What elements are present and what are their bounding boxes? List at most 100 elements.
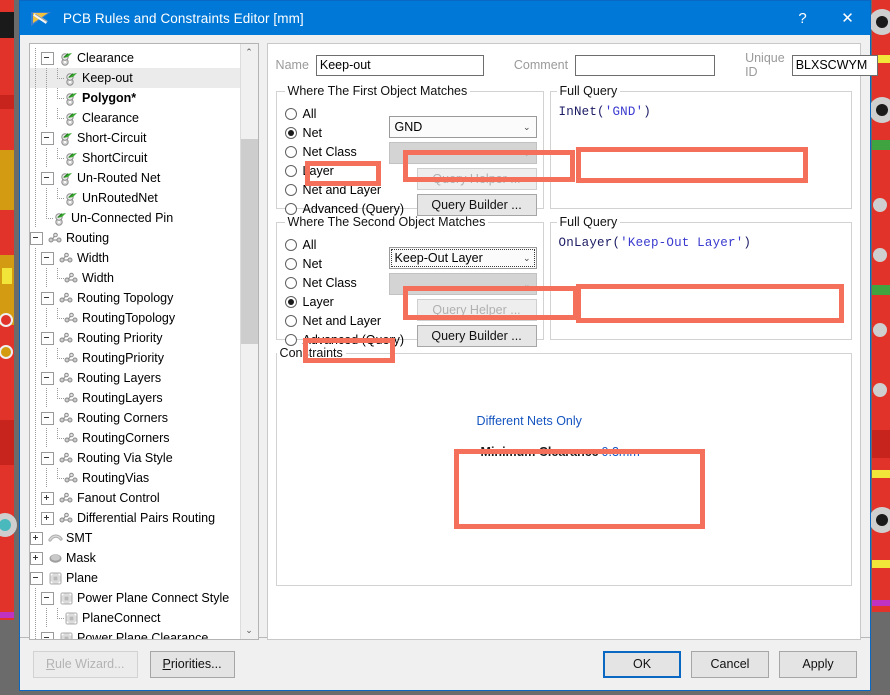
close-icon[interactable]: ✕ (825, 1, 870, 35)
first-query-builder-button[interactable]: Query Builder ... (417, 194, 537, 216)
radio-second-all[interactable]: All (285, 235, 404, 254)
chevron-down-icon: ⌄ (523, 274, 531, 295)
second-full-query-text[interactable]: OnLayer('Keep-Out Layer') (557, 233, 845, 253)
comment-input[interactable] (575, 55, 715, 76)
tree-item-routing-corners[interactable]: Routing Corners (30, 408, 240, 428)
tree-guide (30, 368, 41, 388)
tree-expander-minus[interactable] (41, 452, 54, 465)
tree-item-routing-layers[interactable]: Routing Layers (30, 368, 240, 388)
radio-icon (285, 296, 297, 308)
name-input[interactable] (316, 55, 484, 76)
tree-expander-minus[interactable] (30, 572, 43, 585)
help-icon[interactable]: ? (780, 1, 825, 35)
scroll-up-icon[interactable]: ⌃ (241, 44, 258, 61)
minimum-clearance-value[interactable]: 0.3mm (602, 445, 640, 459)
priorities-button[interactable]: Priorities... (150, 651, 235, 678)
tree-item-fanout-control[interactable]: Fanout Control (30, 488, 240, 508)
tree-item-polygon[interactable]: Polygon* (30, 88, 240, 108)
routing-icon (64, 391, 79, 406)
tree-item-width[interactable]: Width (30, 248, 240, 268)
radio-second-layer[interactable]: Layer (285, 292, 404, 311)
unique-id-input[interactable] (792, 55, 878, 76)
radio-first-all[interactable]: All (285, 104, 404, 123)
radio-second-net[interactable]: Net (285, 254, 404, 273)
tree-item-short-circuit[interactable]: Short-Circuit (30, 128, 240, 148)
tree-expander-plus[interactable] (30, 532, 43, 545)
tree-item-routing-topology[interactable]: Routing Topology (30, 288, 240, 308)
tree-expander-minus[interactable] (41, 332, 54, 345)
pcb-rules-icon (29, 8, 55, 28)
tree-expander-plus[interactable] (41, 492, 54, 505)
different-nets-only-label: Different Nets Only (477, 414, 582, 428)
radio-second-net-class[interactable]: Net Class (285, 273, 404, 292)
tree-item-routinglayers[interactable]: RoutingLayers (30, 388, 240, 408)
tree-item-shortcircuit[interactable]: ShortCircuit (30, 148, 240, 168)
tree-item-planeconnect[interactable]: PlaneConnect (30, 608, 240, 628)
rules-tree[interactable]: ClearanceKeep-outPolygon*ClearanceShort-… (30, 44, 240, 639)
tree-item-power-plane-clearance[interactable]: Power Plane Clearance (30, 628, 240, 639)
tree-item-routingpriority[interactable]: RoutingPriority (30, 348, 240, 368)
tree-scrollbar[interactable]: ⌃ ⌄ (240, 44, 258, 639)
first-full-query-text[interactable]: InNet('GND') (557, 102, 845, 122)
tree-expander-minus[interactable] (41, 132, 54, 145)
routing-icon (59, 251, 74, 266)
tree-expander-minus[interactable] (41, 592, 54, 605)
tree-elbow (52, 188, 63, 208)
clearance-icon (64, 151, 79, 166)
tree-item-routingcorners[interactable]: RoutingCorners (30, 428, 240, 448)
tree-item-un-routed-net[interactable]: Un-Routed Net (30, 168, 240, 188)
tree-item-keep-out[interactable]: Keep-out (30, 68, 240, 88)
scrollbar-thumb[interactable] (241, 139, 258, 344)
tree-expander-plus[interactable] (30, 552, 43, 565)
second-query-builder-button[interactable]: Query Builder ... (417, 325, 537, 347)
cancel-button[interactable]: Cancel (691, 651, 769, 678)
tree-item-unroutednet[interactable]: UnRoutedNet (30, 188, 240, 208)
tree-item-power-plane-connect-style[interactable]: Power Plane Connect Style (30, 588, 240, 608)
tree-expander-minus[interactable] (41, 372, 54, 385)
tree-expander-plus[interactable] (41, 512, 54, 525)
tree-guide (41, 608, 52, 628)
tree-elbow (52, 388, 63, 408)
radio-first-net-class[interactable]: Net Class (285, 142, 404, 161)
scrollbar-track[interactable] (241, 61, 258, 622)
tree-expander-minus[interactable] (41, 252, 54, 265)
tree-expander-minus[interactable] (41, 172, 54, 185)
first-object-scope-combo[interactable]: GND ⌄ (389, 116, 537, 138)
radio-first-layer[interactable]: Layer (285, 161, 404, 180)
tree-item-un-connected-pin[interactable]: Un-Connected Pin (30, 208, 240, 228)
tree-item-plane[interactable]: Plane (30, 568, 240, 588)
radio-second-net-and-layer[interactable]: Net and Layer (285, 311, 404, 330)
tree-item-width[interactable]: Width (30, 268, 240, 288)
tree-item-routingtopology[interactable]: RoutingTopology (30, 308, 240, 328)
ok-button[interactable]: OK (603, 651, 681, 678)
radio-first-net-and-layer[interactable]: Net and Layer (285, 180, 404, 199)
tree-expander-minus[interactable] (41, 412, 54, 425)
rules-tree-panel: ClearanceKeep-outPolygon*ClearanceShort-… (29, 43, 259, 640)
scroll-down-icon[interactable]: ⌄ (241, 622, 258, 639)
apply-button[interactable]: Apply (779, 651, 857, 678)
tree-item-clearance[interactable]: Clearance (30, 48, 240, 68)
tree-expander-minus[interactable] (41, 292, 54, 305)
tree-item-routing-priority[interactable]: Routing Priority (30, 328, 240, 348)
tree-item-clearance[interactable]: Clearance (30, 108, 240, 128)
tree-item-smt[interactable]: SMT (30, 528, 240, 548)
tree-guide (41, 108, 52, 128)
tree-expander-minus[interactable] (41, 632, 54, 640)
second-object-scope-combo[interactable]: Keep-Out Layer ⌄ (389, 247, 537, 269)
tree-expander-minus[interactable] (41, 52, 54, 65)
tree-item-label: Routing Layers (74, 371, 161, 385)
tree-guide (30, 308, 41, 328)
tree-item-routingvias[interactable]: RoutingVias (30, 468, 240, 488)
tree-expander-minus[interactable] (30, 232, 43, 245)
tree-item-mask[interactable]: Mask (30, 548, 240, 568)
radio-first-net[interactable]: Net (285, 123, 404, 142)
tree-item-differential-pairs-routing[interactable]: Differential Pairs Routing (30, 508, 240, 528)
clearance-icon (64, 111, 79, 126)
radio-label: Advanced (Query) (303, 202, 404, 216)
tree-item-routing[interactable]: Routing (30, 228, 240, 248)
first-object-row: Where The First Object Matches All Net N… (276, 84, 852, 209)
second-full-query-group: Full Query OnLayer('Keep-Out Layer') (550, 215, 852, 340)
tree-item-label: Routing Via Style (74, 451, 173, 465)
tree-item-routing-via-style[interactable]: Routing Via Style (30, 448, 240, 468)
routing-icon (59, 291, 74, 306)
